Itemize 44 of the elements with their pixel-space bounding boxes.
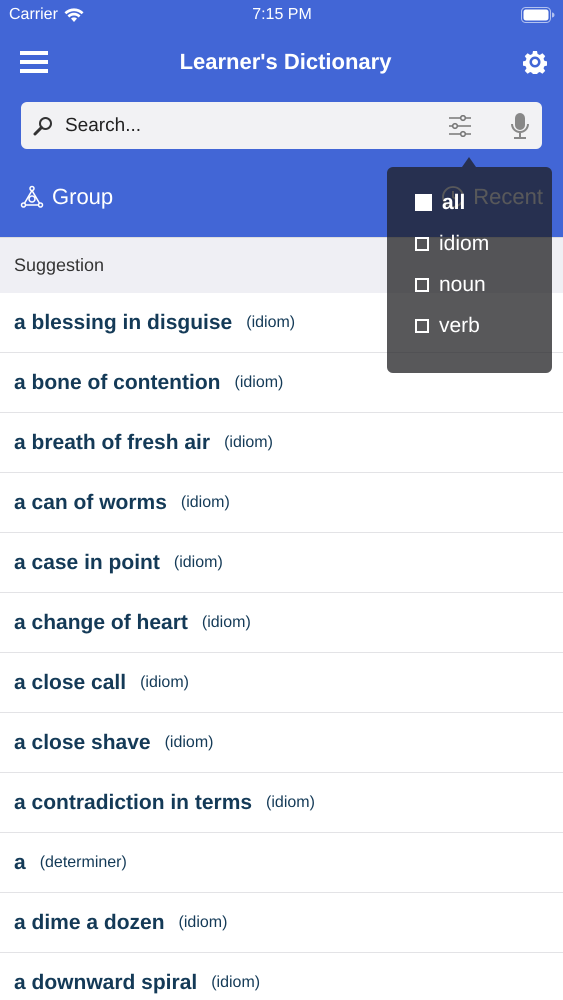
search-icon	[33, 116, 53, 136]
filter-option[interactable]: verb	[415, 312, 480, 339]
wifi-icon	[64, 8, 84, 22]
part-of-speech: (idiom)	[178, 914, 228, 932]
status-time: 7:15 PM	[252, 6, 312, 24]
part-of-speech: (determiner)	[40, 854, 127, 872]
part-of-speech: (idiom)	[211, 974, 260, 992]
entry-term: a close call	[14, 670, 126, 694]
filter-sliders-icon[interactable]	[448, 114, 472, 136]
checkbox[interactable]	[415, 194, 432, 211]
part-of-speech: (idiom)	[180, 494, 230, 512]
checkbox[interactable]	[415, 236, 429, 250]
entry-term: a bone of contention	[14, 370, 220, 394]
part-of-speech: (idiom)	[202, 614, 251, 632]
battery-icon	[521, 7, 555, 23]
entry-term: a dime a dozen	[14, 910, 165, 934]
app-title: Learner's Dictionary	[180, 49, 392, 75]
entry-term: a blessing in disguise	[14, 310, 232, 334]
part-of-speech: (idiom)	[224, 434, 273, 452]
entry-term: a	[14, 850, 26, 874]
entry-term: a change of heart	[14, 610, 188, 634]
entry-term: a close shave	[14, 730, 151, 754]
carrier-name: Carrier	[9, 6, 58, 24]
part-of-speech: (idiom)	[234, 374, 284, 392]
tab[interactable]: Group	[52, 184, 114, 210]
part-of-speech: (idiom)	[140, 674, 189, 692]
checkbox[interactable]	[415, 318, 429, 332]
network-icon	[20, 184, 44, 208]
entry-term: a breath of fresh air	[14, 430, 210, 454]
microphone-icon[interactable]	[510, 112, 530, 140]
search-input[interactable]: Search...	[63, 114, 438, 138]
part-of-speech: (idiom)	[266, 794, 315, 812]
part-of-speech: (idiom)	[246, 314, 296, 332]
entry-term: a case in point	[14, 550, 160, 574]
settings-icon[interactable]	[523, 50, 547, 74]
search-field[interactable]: Search...	[21, 102, 542, 149]
menu-icon[interactable]	[20, 51, 48, 73]
entry-term: a contradiction in terms	[14, 790, 252, 814]
part-of-speech: (idiom)	[174, 554, 223, 572]
entry-term: a can of worms	[14, 490, 167, 514]
filter-option[interactable]: all	[415, 189, 466, 216]
entry-term: a downward spiral	[14, 970, 198, 994]
part-of-speech: (idiom)	[164, 734, 214, 752]
checkbox[interactable]	[415, 278, 429, 292]
